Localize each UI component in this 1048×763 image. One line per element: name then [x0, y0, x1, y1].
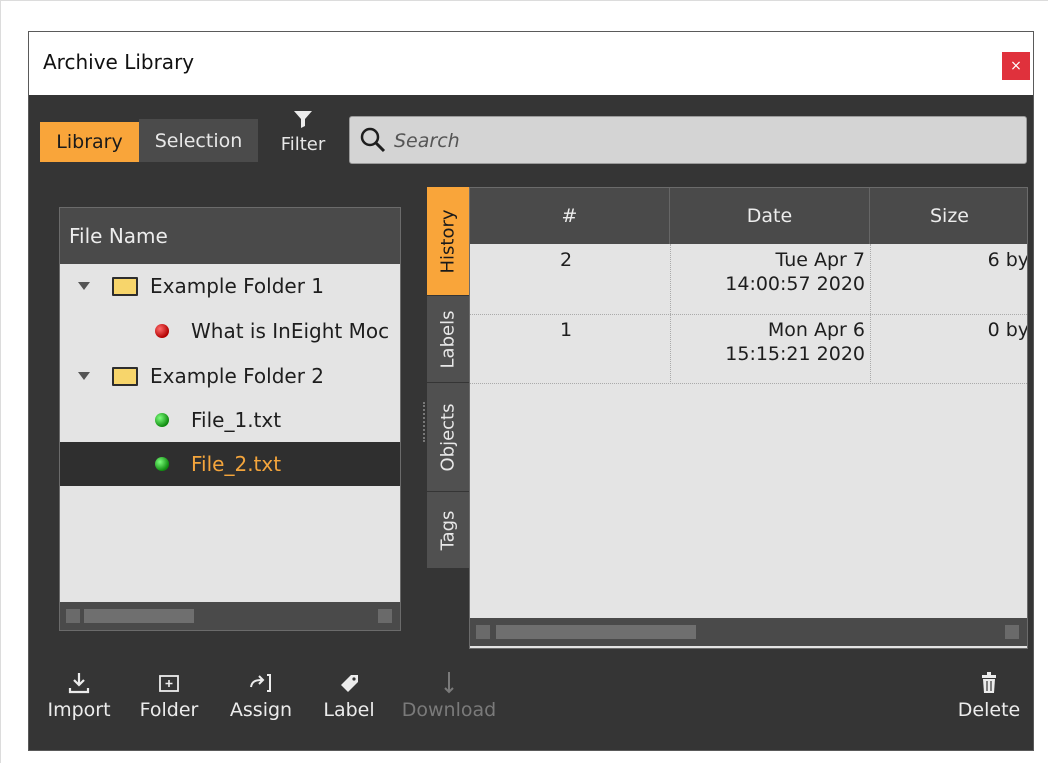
window-title: Archive Library — [43, 50, 195, 74]
import-label: Import — [47, 699, 111, 721]
history-row-1-number[interactable]: 2 — [560, 248, 572, 272]
trash-icon — [949, 667, 1029, 699]
delete-label: Delete — [957, 699, 1021, 721]
history-row-2-size[interactable]: 0 by — [880, 318, 1027, 342]
close-button[interactable]: × — [1002, 52, 1030, 80]
tree-row-label: Example Folder 2 — [150, 364, 325, 388]
import-icon — [39, 667, 119, 699]
scroll-left-arrow[interactable] — [66, 609, 80, 623]
expand-caret-icon[interactable] — [78, 372, 90, 380]
download-label: Download — [401, 699, 497, 721]
title-bar: Archive Library × — [29, 32, 1033, 95]
tree-row-label: File_2.txt — [191, 452, 282, 476]
folder-label: Folder — [139, 699, 199, 721]
splitter-handle[interactable] — [423, 402, 426, 442]
tab-tags-label: Tags — [437, 510, 459, 550]
tab-objects[interactable]: Objects — [427, 383, 469, 491]
column-header-number[interactable]: # — [470, 188, 670, 244]
label-button[interactable]: Label — [309, 667, 389, 737]
scroll-right-arrow[interactable] — [1005, 625, 1019, 639]
assign-label: Assign — [229, 699, 293, 721]
search-icon — [360, 127, 386, 153]
import-button[interactable]: Import — [39, 667, 119, 737]
download-button[interactable]: Download — [399, 667, 499, 737]
tab-tags[interactable]: Tags — [427, 492, 469, 568]
filter-button[interactable]: Filter — [273, 108, 333, 172]
status-green-icon — [155, 413, 169, 427]
tree-row-label: Example Folder 1 — [150, 274, 325, 298]
assign-icon — [221, 667, 301, 699]
filter-label: Filter — [280, 134, 326, 155]
history-row-2-date[interactable]: Mon Apr 6 15:15:21 2020 — [680, 318, 865, 366]
funnel-icon — [294, 111, 312, 128]
history-row-1-date-line1: Tue Apr 7 — [775, 249, 866, 271]
tree-row-file-what-is-ineight[interactable]: What is InEight Moc — [60, 309, 400, 353]
row-divider — [470, 314, 1027, 315]
tab-objects-label: Objects — [437, 402, 459, 472]
archive-library-window: Archive Library × Library Selection Filt… — [28, 31, 1034, 751]
scroll-left-arrow[interactable] — [476, 625, 490, 639]
label-label: Label — [323, 699, 375, 721]
delete-button[interactable]: Delete — [949, 667, 1029, 737]
tab-selection[interactable]: Selection — [139, 119, 258, 162]
tab-labels-label: Labels — [437, 310, 459, 368]
tree-horizontal-scrollbar[interactable] — [60, 602, 400, 630]
history-row-2-number[interactable]: 1 — [560, 318, 572, 342]
folder-icon — [112, 277, 138, 296]
folder-icon — [112, 367, 138, 386]
tree-row-file-1[interactable]: File_1.txt — [60, 398, 400, 442]
tree-row-label: File_1.txt — [191, 408, 282, 432]
tree-row-folder-2[interactable]: Example Folder 2 — [60, 354, 400, 398]
history-row-1-date-line2: 14:00:57 2020 — [725, 273, 865, 295]
file-name-column-header[interactable]: File Name — [60, 208, 400, 264]
status-green-icon — [155, 457, 169, 471]
search-input[interactable] — [392, 117, 1016, 165]
tree-row-file-2[interactable]: File_2.txt — [60, 442, 400, 486]
tab-history[interactable]: History — [427, 187, 469, 295]
history-horizontal-scrollbar[interactable] — [470, 618, 1027, 646]
column-header-date[interactable]: Date — [670, 188, 870, 244]
tab-labels[interactable]: Labels — [427, 296, 469, 382]
tag-icon — [309, 667, 389, 699]
new-folder-icon — [129, 667, 209, 699]
tree-row-label: What is InEight Moc — [191, 319, 390, 343]
expand-caret-icon[interactable] — [78, 282, 90, 290]
tab-library[interactable]: Library — [40, 122, 139, 162]
scroll-right-arrow[interactable] — [378, 609, 392, 623]
row-divider — [470, 383, 1027, 384]
history-row-1-date[interactable]: Tue Apr 7 14:00:57 2020 — [680, 248, 865, 296]
status-red-icon — [155, 324, 169, 338]
history-row-2-date-line2: 15:15:21 2020 — [725, 343, 865, 365]
folder-button[interactable]: Folder — [129, 667, 209, 737]
tab-history-label: History — [437, 208, 459, 274]
search-box[interactable] — [349, 116, 1027, 165]
file-tree: File Name Example Folder 1 What is InEig… — [59, 207, 401, 631]
history-table: # Date Size 2 Tue Apr 7 14:00:57 2020 6 … — [469, 187, 1028, 649]
column-header-size[interactable]: Size — [870, 188, 1027, 244]
download-icon — [399, 667, 499, 699]
history-row-1-size[interactable]: 6 by — [880, 248, 1027, 272]
tree-row-folder-1[interactable]: Example Folder 1 — [60, 264, 400, 308]
assign-button[interactable]: Assign — [221, 667, 301, 737]
scroll-thumb[interactable] — [496, 625, 696, 639]
history-row-2-date-line1: Mon Apr 6 — [767, 319, 865, 341]
scroll-thumb[interactable] — [84, 609, 194, 623]
